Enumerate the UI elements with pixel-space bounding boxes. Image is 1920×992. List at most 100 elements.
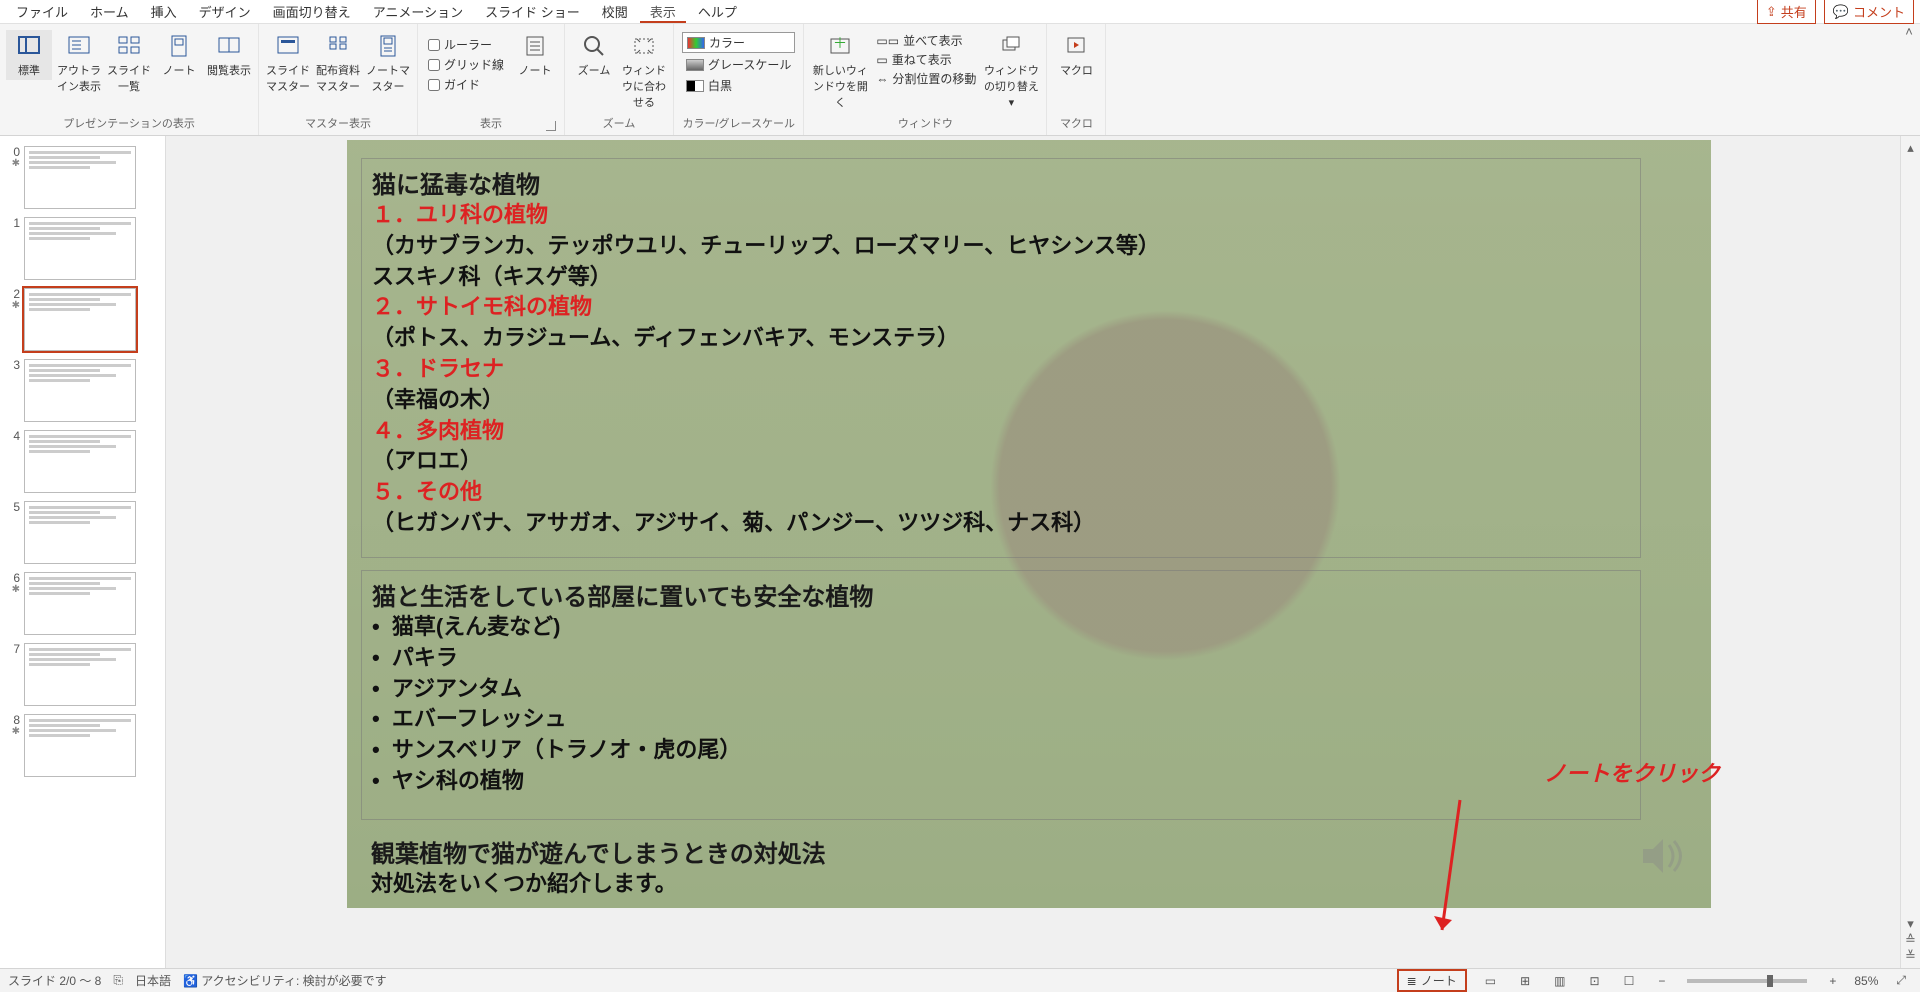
- split-icon: ⇔: [876, 72, 888, 86]
- share-button[interactable]: ⇪共有: [1757, 0, 1816, 24]
- annotation-text: ノートをクリック: [1544, 756, 1720, 788]
- notes-pane-button[interactable]: ノート: [512, 30, 558, 80]
- slide-counter[interactable]: スライド 2/0 ～ 8: [8, 972, 101, 989]
- menu-slideshow[interactable]: スライド ショー: [475, 0, 590, 23]
- arrange-icon: ▭▭: [876, 34, 899, 48]
- vertical-scrollbar[interactable]: ▴ ▾ ≙ ≚: [1900, 136, 1920, 968]
- menu-view[interactable]: 表示: [640, 0, 686, 23]
- slide-sorter-button[interactable]: スライド一覧: [106, 30, 152, 96]
- gridlines-checkbox[interactable]: グリッド線: [428, 56, 504, 73]
- scroll-up-button[interactable]: ▴: [1907, 140, 1914, 156]
- group-window: ＋新しいウィンドウを開く ▭▭並べて表示 ▭重ねて表示 ⇔分割位置の移動 ウィン…: [804, 24, 1047, 135]
- fit-slide-button[interactable]: ⤢: [1890, 971, 1912, 990]
- notes-master-button[interactable]: ノートマスター: [365, 30, 411, 96]
- reading-view-button[interactable]: 閲覧表示: [206, 30, 252, 80]
- color-mode-button[interactable]: カラー: [682, 32, 795, 53]
- group-label-zoom: ズーム: [571, 113, 667, 133]
- slide-thumbnail-4[interactable]: 4: [0, 426, 165, 497]
- group-label-presentation-views: プレゼンテーションの表示: [6, 113, 252, 133]
- cascade-button[interactable]: ▭重ねて表示: [874, 51, 978, 68]
- menu-animations[interactable]: アニメーション: [363, 0, 473, 23]
- group-label-window: ウィンドウ: [810, 113, 1040, 133]
- spellcheck-icon[interactable]: ⎘: [113, 973, 123, 988]
- list-item: エバーフレッシュ: [372, 704, 1630, 735]
- comment-button[interactable]: 💬コメント: [1824, 0, 1914, 24]
- menu-help[interactable]: ヘルプ: [688, 0, 747, 23]
- group-master-views: スライドマスター 配布資料マスター ノートマスター マスター表示: [259, 24, 418, 135]
- switch-windows-button[interactable]: ウィンドウの切り替え ▾: [982, 30, 1040, 111]
- cascade-icon: ▭: [876, 53, 887, 67]
- scroll-down-button[interactable]: ▾: [1907, 916, 1914, 932]
- language-indicator[interactable]: 日本語: [135, 972, 171, 989]
- prev-slide-button[interactable]: ≙: [1905, 932, 1916, 948]
- audio-icon[interactable]: [1641, 837, 1691, 878]
- slide-thumbnails-panel[interactable]: 0✱12✱3456✱78✱: [0, 136, 166, 968]
- view-slideshow-button[interactable]: ⊡: [1584, 972, 1606, 990]
- fit-to-window-button[interactable]: ウィンドウに合わせる: [621, 30, 667, 112]
- list-item: パキラ: [372, 643, 1630, 674]
- ruler-checkbox[interactable]: ルーラー: [428, 36, 504, 53]
- zoom-level[interactable]: 85%: [1854, 974, 1878, 988]
- heading-toxic: 猫に猛毒な植物: [372, 165, 1630, 200]
- zoom-out-button[interactable]: −: [1652, 972, 1671, 990]
- heading-safe: 猫と生活をしている部屋に置いても安全な植物: [372, 577, 1630, 612]
- collapse-ribbon-button[interactable]: ˄: [1898, 24, 1920, 135]
- text-box-toxic-plants[interactable]: 猫に猛毒な植物 １．ユリ科の植物 （カサブランカ、テッポウユリ、チューリップ、ロ…: [361, 158, 1641, 558]
- ribbon: 標準 アウトライン表示 スライド一覧 ノート 閲覧表示 プレゼンテーションの表示…: [0, 24, 1920, 136]
- status-bar: スライド 2/0 ～ 8 ⎘ 日本語 ♿ アクセシビリティ: 検討が必要です ≣…: [0, 968, 1920, 992]
- view-reading-button[interactable]: ▥: [1548, 972, 1571, 990]
- zoom-slider[interactable]: [1687, 979, 1807, 983]
- next-slide-button[interactable]: ≚: [1905, 948, 1916, 964]
- slide-editor-area[interactable]: 猫に猛毒な植物 １．ユリ科の植物 （カサブランカ、テッポウユリ、チューリップ、ロ…: [166, 136, 1900, 968]
- group-label-color: カラー/グレースケール: [680, 113, 797, 133]
- slide-thumbnail-3[interactable]: 3: [0, 355, 165, 426]
- menu-design[interactable]: デザイン: [189, 0, 261, 23]
- text-box-safe-plants[interactable]: 猫と生活をしている部屋に置いても安全な植物 猫草(えん麦など)パキラアジアンタム…: [361, 570, 1641, 820]
- notes-page-button[interactable]: ノート: [156, 30, 202, 80]
- notes-icon: ≣: [1407, 974, 1417, 988]
- outline-view-button[interactable]: アウトライン表示: [56, 30, 102, 96]
- macros-button[interactable]: マクロ: [1053, 30, 1099, 80]
- guides-checkbox[interactable]: ガイド: [428, 76, 504, 93]
- svg-text:＋: ＋: [833, 35, 847, 51]
- menu-transitions[interactable]: 画面切り替え: [263, 0, 361, 23]
- menu-file[interactable]: ファイル: [6, 0, 78, 23]
- slide-thumbnail-7[interactable]: 7: [0, 639, 165, 710]
- group-label-macros: マクロ: [1053, 113, 1099, 133]
- list-item: アジアンタム: [372, 674, 1630, 705]
- grayscale-mode-button[interactable]: グレースケール: [682, 55, 795, 74]
- group-label-show: 表示: [424, 113, 558, 133]
- group-show: ルーラー グリッド線 ガイド ノート 表示: [418, 24, 565, 135]
- slide-thumbnail-2[interactable]: 2✱: [0, 284, 165, 355]
- accessibility-check[interactable]: ♿ アクセシビリティ: 検討が必要です: [183, 972, 387, 989]
- group-presentation-views: 標準 アウトライン表示 スライド一覧 ノート 閲覧表示 プレゼンテーションの表示: [0, 24, 259, 135]
- menu-review[interactable]: 校閲: [592, 0, 638, 23]
- zoom-in-button[interactable]: +: [1823, 972, 1842, 990]
- list-item: サンスベリア（トラノオ・虎の尾）: [372, 735, 1630, 766]
- menu-home[interactable]: ホーム: [80, 0, 139, 23]
- slide-thumbnail-6[interactable]: 6✱: [0, 568, 165, 639]
- arrange-all-button[interactable]: ▭▭並べて表示: [874, 32, 978, 49]
- menu-bar: ファイル ホーム 挿入 デザイン 画面切り替え アニメーション スライド ショー…: [0, 0, 1920, 24]
- show-dialog-launcher[interactable]: [546, 121, 556, 131]
- workspace: 0✱12✱3456✱78✱ 猫に猛毒な植物 １．ユリ科の植物 （カサブランカ、テ…: [0, 136, 1920, 968]
- view-presenter-button[interactable]: ☐: [1618, 972, 1641, 990]
- share-icon: ⇪: [1766, 4, 1777, 20]
- handout-master-button[interactable]: 配布資料マスター: [315, 30, 361, 96]
- zoom-button[interactable]: ズーム: [571, 30, 617, 80]
- slide-thumbnail-8[interactable]: 8✱: [0, 710, 165, 781]
- slide-master-button[interactable]: スライドマスター: [265, 30, 311, 96]
- menu-insert[interactable]: 挿入: [141, 0, 187, 23]
- slide-thumbnail-0[interactable]: 0✱: [0, 142, 165, 213]
- view-normal-button[interactable]: ▭: [1479, 972, 1502, 990]
- notes-toggle-button[interactable]: ≣ノート: [1397, 969, 1467, 992]
- slide-thumbnail-5[interactable]: 5: [0, 497, 165, 568]
- normal-view-button[interactable]: 標準: [6, 30, 52, 80]
- bw-mode-button[interactable]: 白黒: [682, 76, 795, 95]
- move-split-button[interactable]: ⇔分割位置の移動: [874, 70, 978, 87]
- group-label-master-views: マスター表示: [265, 113, 411, 133]
- group-zoom: ズーム ウィンドウに合わせる ズーム: [565, 24, 674, 135]
- slide-thumbnail-1[interactable]: 1: [0, 213, 165, 284]
- new-window-button[interactable]: ＋新しいウィンドウを開く: [810, 30, 870, 112]
- view-sorter-button[interactable]: ⊞: [1514, 972, 1536, 990]
